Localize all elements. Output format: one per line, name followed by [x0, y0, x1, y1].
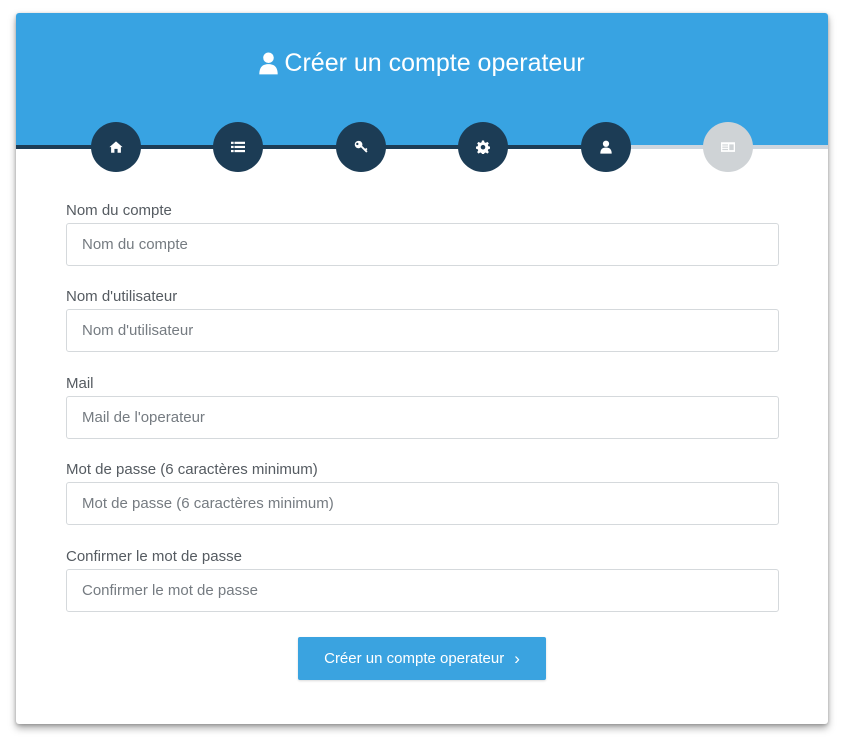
create-operator-button-label: Créer un compte operateur	[324, 650, 505, 667]
label-password: Mot de passe (6 caractères minimum)	[66, 461, 318, 478]
list-icon	[231, 141, 245, 153]
key-icon	[354, 140, 368, 153]
create-operator-card: Créer un compte operateur Nom du compte …	[16, 13, 828, 724]
label-username: Nom d'utilisateur	[66, 288, 178, 305]
user-icon	[259, 52, 279, 75]
gear-icon	[476, 140, 490, 154]
step-home[interactable]	[91, 122, 141, 172]
password-input[interactable]	[66, 482, 779, 525]
card-header: Créer un compte operateur	[16, 13, 828, 145]
step-settings[interactable]	[458, 122, 508, 172]
step-id-card[interactable]	[703, 122, 753, 172]
page-title-text: Créer un compte operateur	[284, 49, 585, 77]
label-account-name: Nom du compte	[66, 202, 172, 219]
label-confirm-password: Confirmer le mot de passe	[66, 548, 242, 565]
step-key[interactable]	[336, 122, 386, 172]
page-title: Créer un compte operateur	[16, 49, 828, 78]
label-mail: Mail	[66, 375, 94, 392]
confirm-password-input[interactable]	[66, 569, 779, 612]
username-input[interactable]	[66, 309, 779, 352]
mail-input[interactable]	[66, 396, 779, 439]
step-list[interactable]	[213, 122, 263, 172]
home-icon	[109, 141, 123, 153]
user-icon	[600, 140, 612, 154]
create-operator-button[interactable]: Créer un compte operateur ›	[298, 637, 546, 680]
step-user[interactable]	[581, 122, 631, 172]
chevron-right-icon: ›	[514, 649, 520, 668]
account-name-input[interactable]	[66, 223, 779, 266]
id-card-icon	[721, 142, 735, 152]
